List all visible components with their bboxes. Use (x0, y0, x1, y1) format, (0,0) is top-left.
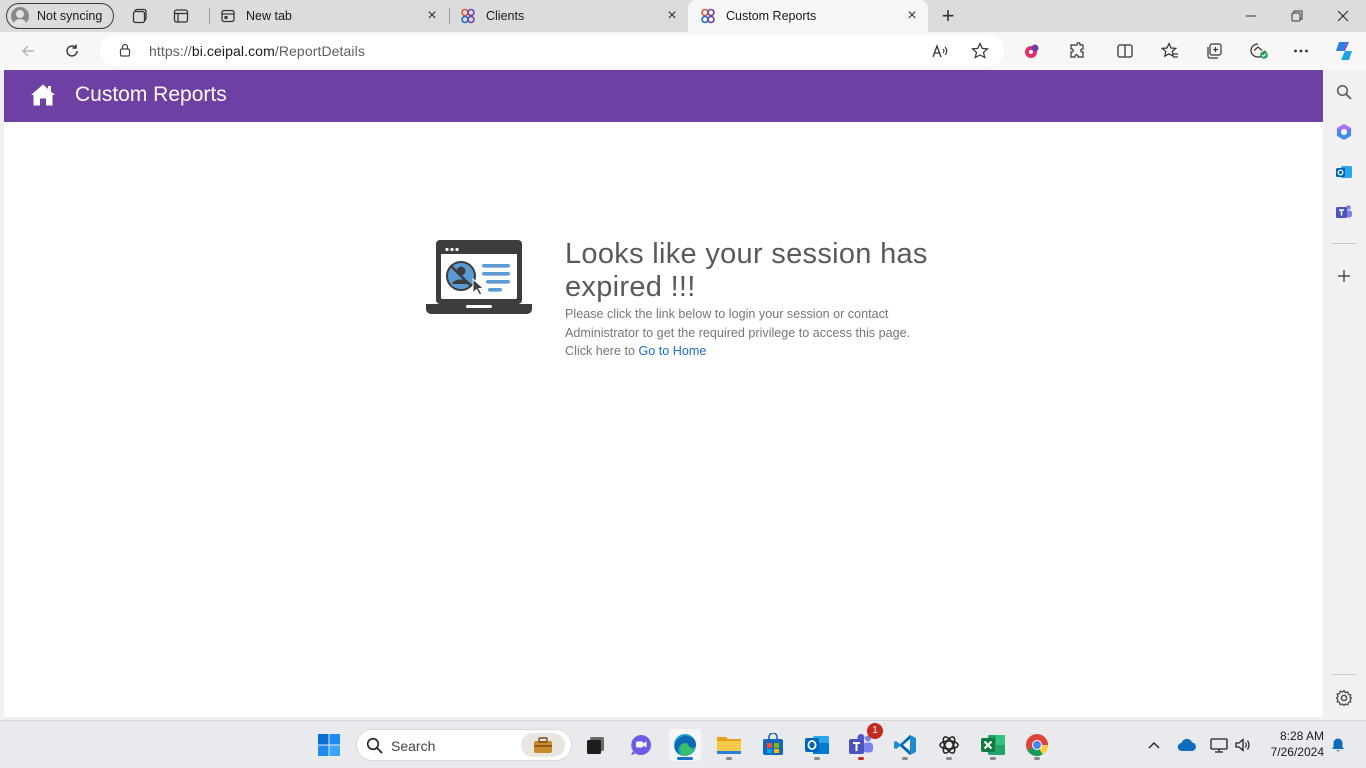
page-viewport: Custom Reports Looks like your session h… (4, 70, 1323, 717)
favorite-star-icon[interactable] (970, 41, 990, 61)
ceipal-logo-icon (700, 8, 716, 24)
session-expired-message: Please click the link below to login you… (565, 305, 945, 361)
back-icon[interactable] (16, 40, 40, 62)
read-aloud-icon[interactable] (930, 41, 950, 61)
vscode-icon[interactable] (889, 729, 921, 761)
edge-taskbar-icon[interactable] (669, 729, 701, 761)
outlook-icon[interactable] (1335, 163, 1353, 181)
network-icon[interactable] (1208, 729, 1230, 761)
tab-strip: Not syncing New tab × Clients × Custom R… (0, 0, 1366, 32)
outlook-taskbar-icon[interactable] (801, 729, 833, 761)
edge-sidebar (1323, 70, 1366, 717)
windows-taskbar: Search 1 8:28 AM 7/26/2024 (0, 720, 1366, 768)
address-toolbar: https://bi.ceipal.com/ReportDetails (0, 32, 1366, 70)
extensions-icon[interactable] (1067, 41, 1087, 61)
refresh-icon[interactable] (60, 40, 84, 62)
page-title: Custom Reports (75, 83, 227, 106)
chatgpt-icon[interactable] (933, 729, 965, 761)
system-clock[interactable]: 8:28 AM 7/26/2024 (1262, 728, 1324, 760)
teams-taskbar-icon[interactable]: 1 (845, 723, 883, 761)
tab-label: Clients (486, 9, 525, 23)
clock-date: 7/26/2024 (1270, 745, 1324, 759)
profile-label: Not syncing (37, 9, 103, 23)
workspaces-icon[interactable] (130, 6, 150, 26)
home-icon[interactable] (30, 83, 56, 107)
avatar-icon (11, 7, 29, 25)
new-tab-icon (220, 8, 236, 24)
clock-time: 8:28 AM (1279, 729, 1324, 743)
session-expired-heading: Looks like your session has expired !!! (565, 238, 928, 303)
restore-icon[interactable] (1274, 0, 1320, 32)
microsoft-store-icon[interactable] (757, 729, 789, 761)
collections-icon[interactable] (1204, 41, 1224, 61)
search-icon (366, 737, 383, 759)
tab-label: Custom Reports (726, 9, 817, 23)
address-bar[interactable]: https://bi.ceipal.com/ReportDetails (100, 35, 1004, 66)
click-here-text: Click here to (565, 344, 635, 358)
tab-new-tab[interactable]: New tab × (208, 0, 448, 32)
windows-start-icon[interactable] (313, 729, 345, 761)
close-tab-icon[interactable]: × (904, 8, 920, 24)
tab-clients[interactable]: Clients × (448, 0, 688, 32)
search-label: Search (391, 738, 436, 754)
browser-essentials-icon[interactable] (1249, 41, 1269, 61)
show-hidden-icons-chevron-icon[interactable] (1144, 729, 1164, 761)
split-screen-icon[interactable] (1115, 41, 1135, 61)
favorites-icon[interactable] (1160, 41, 1180, 61)
message-body-text: Please click the link below to login you… (565, 307, 911, 340)
notification-badge: 1 (867, 723, 883, 739)
copilot-sidebar-icon[interactable] (1335, 123, 1353, 141)
excel-icon[interactable] (977, 729, 1009, 761)
onedrive-icon[interactable] (1176, 729, 1198, 761)
teams-icon[interactable] (1335, 203, 1353, 221)
file-explorer-icon[interactable] (713, 729, 745, 761)
sidebar-settings-icon[interactable] (1335, 689, 1353, 707)
add-sidebar-app-icon[interactable] (1335, 267, 1353, 285)
profile-button[interactable]: Not syncing (6, 3, 114, 29)
close-tab-icon[interactable]: × (664, 8, 680, 24)
copilot-icon[interactable] (1332, 39, 1356, 63)
extension-colorful-icon[interactable] (1022, 41, 1042, 61)
more-options-icon[interactable] (1291, 41, 1311, 61)
go-to-home-link[interactable]: Go to Home (639, 344, 707, 358)
app-header: Custom Reports (4, 70, 1323, 122)
tab-label: New tab (246, 9, 292, 23)
search-icon[interactable] (1335, 83, 1353, 101)
session-expired-laptop-icon (426, 238, 532, 316)
new-tab-plus-icon[interactable]: + (938, 3, 958, 28)
url-text[interactable]: https://bi.ceipal.com/ReportDetails (149, 43, 365, 59)
meet-chat-icon[interactable] (625, 729, 657, 761)
close-tab-icon[interactable]: × (424, 8, 440, 24)
search-highlight-icon (521, 733, 565, 757)
ceipal-logo-icon (460, 8, 476, 24)
lock-icon[interactable] (118, 43, 132, 57)
tab-actions-icon[interactable] (171, 6, 191, 26)
taskbar-search[interactable]: Search (356, 729, 572, 761)
volume-icon[interactable] (1232, 729, 1254, 761)
tab-custom-reports[interactable]: Custom Reports × (688, 0, 928, 32)
minimize-icon[interactable] (1228, 0, 1274, 32)
close-window-icon[interactable] (1320, 0, 1366, 32)
chrome-icon[interactable] (1021, 729, 1053, 761)
task-view-icon[interactable] (580, 729, 612, 761)
notifications-bell-icon[interactable] (1328, 729, 1348, 761)
